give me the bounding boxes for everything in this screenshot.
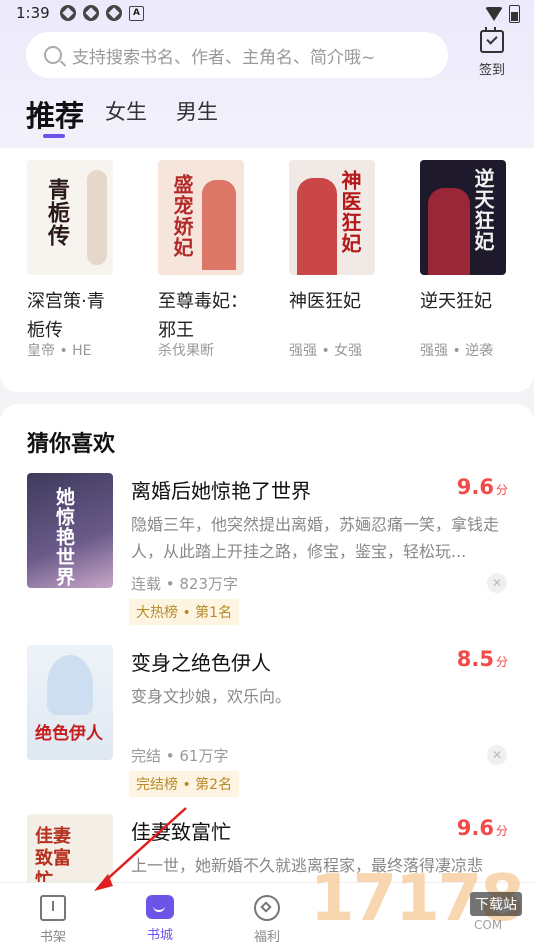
recommend-book-tags: 强强 • 女强: [289, 343, 363, 359]
recommend-book-tags: 皇帝 • HE: [27, 343, 92, 359]
cover-title: 逆天狂妃: [471, 168, 495, 252]
recommend-book-4[interactable]: 逆天狂妃 逆天狂妃: [420, 160, 520, 316]
watermark-badge: 下载站: [470, 892, 522, 916]
book-cover: 她惊艳世界: [27, 473, 113, 588]
status-bar: 1:39 A: [0, 0, 534, 28]
recommend-section: 青栀传 深宫策·青栀传 盛宠娇妃 至尊毒妃：邪王 神医狂妃 神医狂妃 逆天狂妃 …: [0, 148, 534, 392]
book-meta: 完结 • 61万字: [131, 747, 229, 765]
a-notification-icon: A: [129, 6, 144, 21]
cover-title: 青栀传: [44, 178, 70, 247]
recommend-book-title: 深宫策·青栀传: [27, 291, 105, 341]
book-cover: 逆天狂妃: [420, 160, 506, 275]
book-title: 离婚后她惊艳了世界: [131, 479, 311, 503]
recommend-book-tags: 杀伐果断: [158, 343, 214, 359]
checkin-button[interactable]: 签到: [470, 27, 514, 78]
tab-male[interactable]: 男生: [176, 96, 218, 126]
book-cover: 绝色伊人: [27, 645, 113, 760]
cover-title: 绝色伊人: [35, 724, 103, 744]
book-title: 佳妻致富忙: [131, 820, 231, 844]
tab-female[interactable]: 女生: [105, 96, 147, 126]
book-cover: 神医狂妃: [289, 160, 375, 275]
book-description: 隐婚三年，他突然提出离婚，苏婳忍痛一笑，拿钱走人，从此踏上开挂之路，修宝，鉴宝，…: [131, 515, 500, 561]
nav-bookshelf[interactable]: 书架: [23, 895, 83, 945]
book-meta: 连载 • 823万字: [131, 575, 239, 593]
nav-welfare[interactable]: 福利: [237, 895, 297, 945]
search-placeholder: 支持搜索书名、作者、主角名、简介哦~: [72, 47, 376, 68]
cover-title: 神医狂妃: [338, 170, 362, 254]
checkin-label: 签到: [478, 63, 505, 78]
book-score: 8.5 分: [456, 647, 508, 671]
watermark-sub: COM: [474, 918, 503, 932]
app-notification-icon: [106, 5, 122, 21]
status-right-icons: [485, 5, 520, 23]
nav-bookstore[interactable]: 书城: [130, 895, 190, 943]
rank-badge: 完结榜 • 第2名: [129, 771, 240, 797]
search-icon: [44, 46, 62, 64]
tab-active-indicator: [43, 134, 65, 138]
recommend-book-1[interactable]: 青栀传 深宫策·青栀传: [27, 160, 127, 345]
recommend-book-3[interactable]: 神医狂妃 神医狂妃: [289, 160, 389, 316]
close-icon[interactable]: ✕: [487, 573, 507, 593]
calendar-check-icon: [480, 27, 504, 53]
section-title: 猜你喜欢: [27, 432, 116, 457]
book-score: 9.6 分: [456, 816, 508, 840]
list-item[interactable]: 绝色伊人 变身之绝色伊人 8.5 分 变身文抄娘，欢乐向。 完结 • 61万字 ✕…: [0, 645, 534, 805]
app-notification-icon: [60, 5, 76, 21]
book-score: 9.6 分: [456, 475, 508, 499]
wifi-icon: [485, 7, 503, 21]
nav-label: 书架: [39, 930, 66, 945]
list-item[interactable]: 她惊艳世界 离婚后她惊艳了世界 9.6 分 隐婚三年，他突然提出离婚，苏婳忍痛一笑…: [0, 473, 534, 633]
battery-icon: [509, 5, 520, 23]
nav-label: 福利: [253, 930, 280, 945]
recommend-book-title: 神医狂妃: [289, 291, 361, 312]
cover-title: 佳妻致富忙: [35, 826, 71, 884]
recommend-book-title: 至尊毒妃：邪王: [158, 291, 248, 341]
rank-badge: 大热榜 • 第1名: [129, 599, 240, 625]
nav-label: 书城: [146, 928, 173, 943]
book-title: 变身之绝色伊人: [131, 651, 271, 675]
app-notification-icon: [83, 5, 99, 21]
cover-title: 她惊艳世界: [53, 487, 75, 587]
recommend-book-tags: 强强 • 逆袭: [420, 343, 494, 359]
book-cover: 盛宠娇妃: [158, 160, 244, 275]
notification-icons: A: [60, 5, 144, 21]
bookshelf-icon: [40, 895, 66, 921]
book-cover: 青栀传: [27, 160, 113, 275]
guess-you-like-section: 猜你喜欢 她惊艳世界 离婚后她惊艳了世界 9.6 分 隐婚三年，他突然提出离婚，苏…: [0, 404, 534, 884]
search-bar[interactable]: 支持搜索书名、作者、主角名、简介哦~: [26, 32, 448, 78]
bookstore-icon: [146, 895, 174, 919]
close-icon[interactable]: ✕: [487, 745, 507, 765]
welfare-icon: [254, 895, 280, 921]
recommend-book-2[interactable]: 盛宠娇妃 至尊毒妃：邪王: [158, 160, 258, 345]
tab-recommend[interactable]: 推荐: [26, 93, 84, 135]
cover-title: 盛宠娇妃: [170, 174, 194, 258]
recommend-book-title: 逆天狂妃: [420, 291, 492, 312]
status-time: 1:39: [16, 4, 50, 22]
book-description: 变身文抄娘，欢乐向。: [131, 687, 292, 706]
book-cover: 佳妻致富忙: [27, 814, 113, 884]
